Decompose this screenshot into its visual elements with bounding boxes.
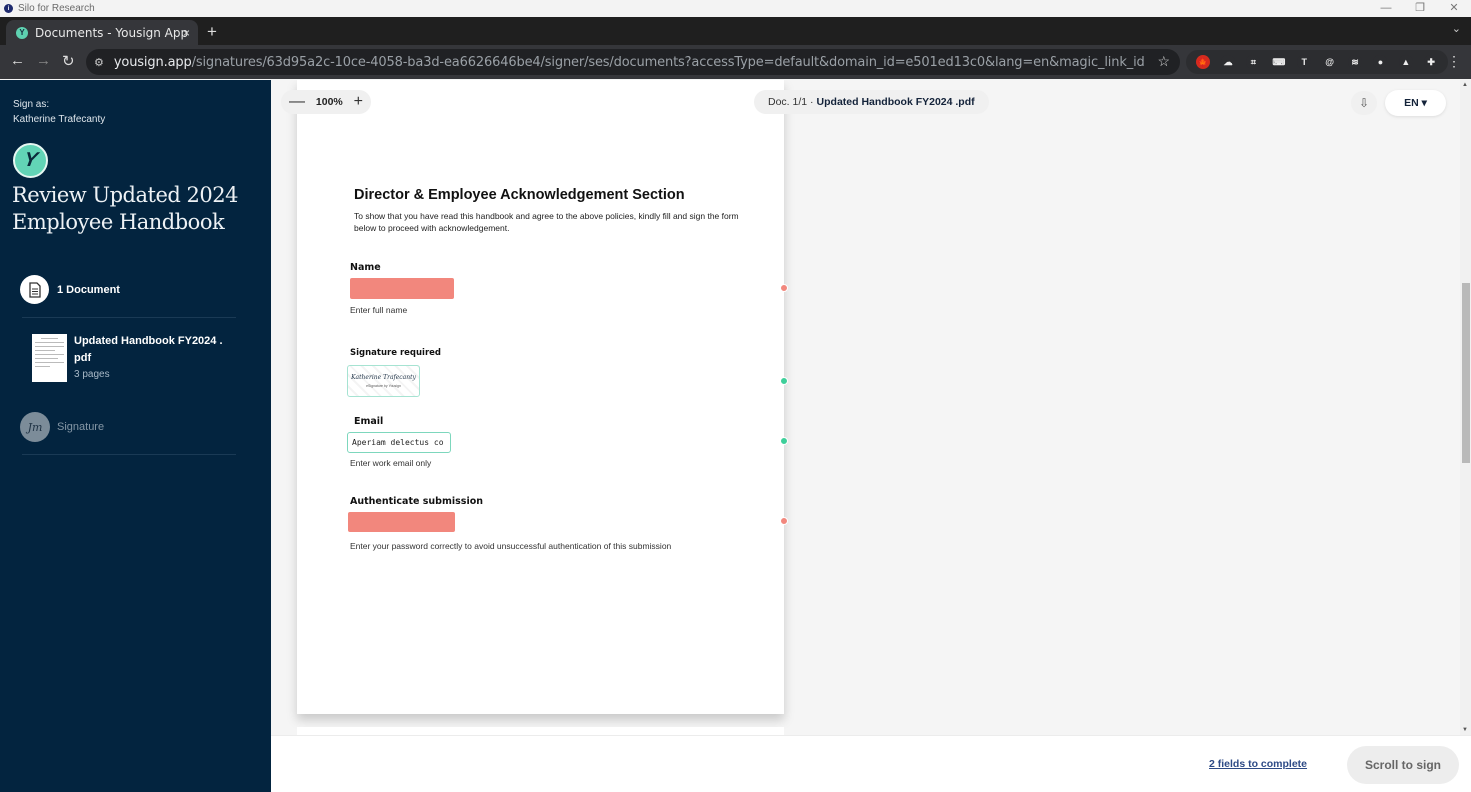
sidebar-divider bbox=[22, 454, 236, 455]
scrollbar-thumb[interactable] bbox=[1462, 283, 1470, 463]
signature-icon: Jm bbox=[20, 412, 50, 442]
auth-field-label: Authenticate submission bbox=[350, 496, 483, 507]
extensions-bar: 🍁 ☁ ⌗ ⌨ T @ ≋ ● ▲ ✚ bbox=[1186, 50, 1448, 74]
yousign-logo-icon: Y bbox=[13, 143, 48, 178]
doc-name: Updated Handbook FY2024 .pdf bbox=[816, 96, 975, 108]
zoom-control: — 100% + bbox=[281, 90, 371, 114]
field-marker-email-complete[interactable] bbox=[780, 437, 788, 445]
signature-field[interactable]: Katherine Trafecanty eSignature by Yousi… bbox=[347, 365, 420, 397]
page-section-title: Director & Employee Acknowledgement Sect… bbox=[354, 187, 685, 203]
scroll-up-arrow-icon[interactable]: ▲ bbox=[1462, 82, 1468, 88]
page-intro-text: To show that you have read this handbook… bbox=[354, 211, 739, 233]
signature-step-label: Signature bbox=[57, 421, 105, 433]
forward-arrow-icon[interactable]: → bbox=[36, 52, 51, 69]
canada-flag-icon[interactable]: 🍁 bbox=[1195, 55, 1210, 69]
browser-toolbar: ← → ↻ ⚙ yousign.app/signatures/63d95a2c-… bbox=[0, 45, 1471, 79]
scroll-to-sign-button[interactable]: Scroll to sign bbox=[1347, 746, 1459, 784]
auth-field-help: Enter your password correctly to avoid u… bbox=[350, 541, 672, 551]
site-settings-icon[interactable]: ⚙ bbox=[94, 56, 104, 69]
document-page-count: 3 pages bbox=[74, 369, 110, 380]
at-sign-icon[interactable]: @ bbox=[1322, 55, 1337, 69]
document-viewer: Director & Employee Acknowledgement Sect… bbox=[271, 80, 1471, 735]
zoom-out-button[interactable]: — bbox=[289, 93, 305, 111]
field-marker-signature-complete[interactable] bbox=[780, 377, 788, 385]
reload-icon[interactable]: ↻ bbox=[62, 52, 75, 70]
back-arrow-icon[interactable]: ← bbox=[10, 52, 25, 69]
tab-search-chevron-icon[interactable]: ⌄ bbox=[1452, 22, 1461, 35]
silo-logo-icon: i bbox=[4, 4, 13, 13]
tab-close-icon[interactable]: × bbox=[183, 26, 190, 40]
crop-icon[interactable]: ⌗ bbox=[1246, 55, 1261, 69]
browser-tab-active[interactable]: Y Documents - Yousign App × bbox=[6, 20, 198, 45]
document-thumbnail[interactable] bbox=[32, 334, 67, 382]
sign-as-block: Sign as: Katherine Trafecanty bbox=[13, 97, 105, 127]
email-field-help: Enter work email only bbox=[350, 458, 432, 468]
signature-request-title: Review Updated 2024 Employee Handbook bbox=[12, 183, 238, 234]
sidebar-divider bbox=[22, 317, 236, 318]
minimize-button[interactable]: — bbox=[1369, 0, 1403, 17]
zoom-in-button[interactable]: + bbox=[354, 93, 363, 111]
language-select[interactable]: EN ▾ bbox=[1385, 90, 1446, 116]
next-document-page bbox=[297, 727, 784, 735]
signer-sidebar: Sign as: Katherine Trafecanty Y Review U… bbox=[0, 80, 271, 792]
tab-title: Documents - Yousign App bbox=[35, 25, 189, 40]
arrow-ext-icon[interactable]: ▲ bbox=[1398, 55, 1413, 69]
bookmark-star-icon[interactable]: ☆ bbox=[1157, 53, 1170, 70]
signature-subtext: eSignature by Yousign bbox=[366, 384, 401, 388]
scroll-down-arrow-icon[interactable]: ▼ bbox=[1462, 727, 1468, 733]
os-title-bar: i Silo for Research — ❐ ✕ bbox=[0, 0, 1471, 17]
puzzle-icon[interactable]: ✚ bbox=[1424, 55, 1439, 69]
maximize-button[interactable]: ❐ bbox=[1403, 0, 1437, 17]
cloud-icon[interactable]: ☁ bbox=[1221, 55, 1236, 69]
text-t-icon[interactable]: T bbox=[1297, 55, 1312, 69]
email-field-label: Email bbox=[354, 416, 384, 427]
browser-menu-icon[interactable]: ⋮ bbox=[1447, 53, 1461, 70]
close-window-button[interactable]: ✕ bbox=[1437, 0, 1471, 17]
document-icon bbox=[20, 275, 49, 304]
document-indicator: Doc. 1/1 · Updated Handbook FY2024 .pdf bbox=[754, 90, 989, 114]
vertical-scrollbar[interactable]: ▲ ▼ bbox=[1460, 80, 1471, 735]
signing-footer: 2 fields to complete Scroll to sign bbox=[271, 735, 1471, 792]
sign-as-label: Sign as: bbox=[13, 99, 50, 110]
field-marker-auth-incomplete[interactable] bbox=[780, 517, 788, 525]
url-text[interactable]: yousign.app/signatures/63d95a2c-10ce-405… bbox=[114, 55, 1144, 70]
yousign-favicon-icon: Y bbox=[16, 26, 28, 39]
keyboard-icon[interactable]: ⌨ bbox=[1271, 55, 1286, 69]
name-field[interactable] bbox=[350, 278, 454, 299]
name-field-help: Enter full name bbox=[350, 305, 408, 315]
fields-to-complete-link[interactable]: 2 fields to complete bbox=[1209, 758, 1307, 770]
document-page: Director & Employee Acknowledgement Sect… bbox=[297, 80, 784, 714]
signature-field-label: Signature required bbox=[350, 348, 441, 358]
signer-name: Katherine Trafecanty bbox=[13, 114, 106, 125]
documents-count: 1 Document bbox=[57, 283, 120, 296]
signature-step: Jm Signature bbox=[20, 412, 104, 442]
new-tab-button[interactable]: + bbox=[207, 22, 217, 42]
tab-strip: Y Documents - Yousign App × + ⌄ bbox=[0, 17, 1471, 45]
zoom-level: 100% bbox=[315, 96, 343, 108]
layers-icon[interactable]: ≋ bbox=[1348, 55, 1363, 69]
authenticate-field[interactable] bbox=[348, 512, 455, 532]
doc-index: Doc. 1/1 · bbox=[768, 96, 814, 108]
email-input[interactable] bbox=[347, 432, 451, 453]
download-cloud-icon[interactable]: ⇩ bbox=[1351, 91, 1377, 115]
address-bar[interactable]: ⚙ yousign.app/signatures/63d95a2c-10ce-4… bbox=[86, 49, 1180, 75]
name-field-label: Name bbox=[350, 262, 381, 273]
os-app-title: Silo for Research bbox=[18, 3, 95, 14]
signature-name: Katherine Trafecanty bbox=[351, 374, 416, 381]
field-marker-name-incomplete[interactable] bbox=[780, 284, 788, 292]
profile-ext-icon[interactable]: ● bbox=[1373, 55, 1388, 69]
document-list-item-name[interactable]: Updated Handbook FY2024 . pdf bbox=[74, 333, 234, 367]
documents-section-header: 1 Document bbox=[20, 275, 120, 304]
